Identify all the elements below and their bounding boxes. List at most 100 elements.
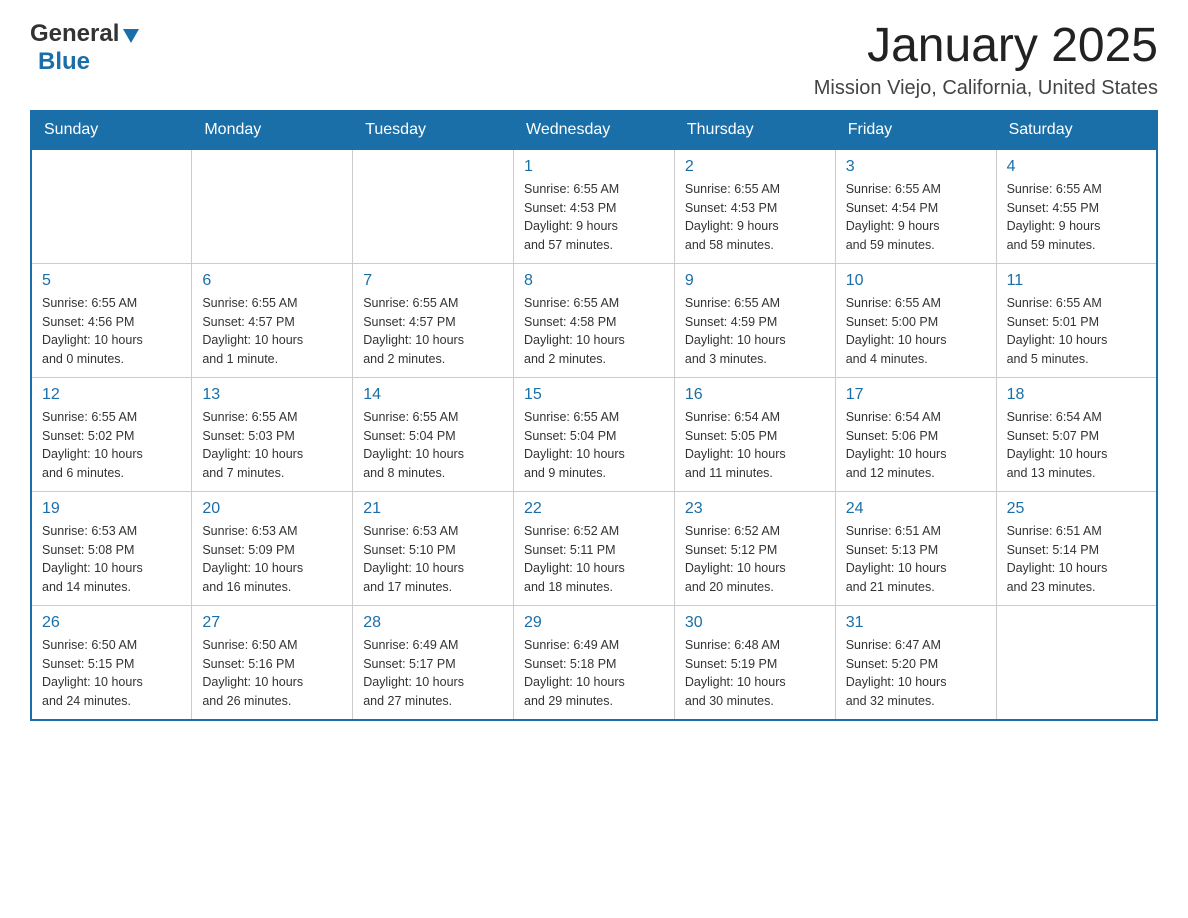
calendar-day-cell: 30 Sunrise: 6:48 AM Sunset: 5:19 PM Dayli… xyxy=(674,605,835,720)
day-number: 29 xyxy=(524,614,664,632)
calendar-day-cell: 3 Sunrise: 6:55 AM Sunset: 4:54 PM Daylig… xyxy=(835,149,996,263)
calendar-day-cell: 26 Sunrise: 6:50 AM Sunset: 5:15 PM Dayli… xyxy=(31,605,192,720)
day-info: Sunrise: 6:51 AM Sunset: 5:14 PM Dayligh… xyxy=(1007,522,1146,597)
day-info: Sunrise: 6:55 AM Sunset: 4:57 PM Dayligh… xyxy=(363,294,503,369)
day-number: 4 xyxy=(1007,158,1146,176)
title-area: January 2025 Mission Viejo, California, … xyxy=(814,20,1158,100)
calendar-week-row: 5 Sunrise: 6:55 AM Sunset: 4:56 PM Daylig… xyxy=(31,263,1157,377)
day-info: Sunrise: 6:54 AM Sunset: 5:06 PM Dayligh… xyxy=(846,408,986,483)
day-info: Sunrise: 6:53 AM Sunset: 5:08 PM Dayligh… xyxy=(42,522,181,597)
calendar-day-cell: 15 Sunrise: 6:55 AM Sunset: 5:04 PM Dayli… xyxy=(514,377,675,491)
calendar-day-cell: 12Sunrise: 6:55 AM Sunset: 5:02 PM Dayli… xyxy=(31,377,192,491)
calendar-title: January 2025 xyxy=(814,20,1158,73)
day-number: 23 xyxy=(685,500,825,518)
calendar-day-cell: 22 Sunrise: 6:52 AM Sunset: 5:11 PM Dayli… xyxy=(514,491,675,605)
logo-general-text: General xyxy=(30,20,119,48)
day-info: Sunrise: 6:52 AM Sunset: 5:11 PM Dayligh… xyxy=(524,522,664,597)
page-header: General Blue January 2025 Mission Viejo,… xyxy=(30,20,1158,100)
calendar-day-cell: 19 Sunrise: 6:53 AM Sunset: 5:08 PM Dayli… xyxy=(31,491,192,605)
calendar-day-cell: 28Sunrise: 6:49 AM Sunset: 5:17 PM Dayli… xyxy=(353,605,514,720)
day-info: Sunrise: 6:49 AM Sunset: 5:18 PM Dayligh… xyxy=(524,636,664,711)
day-info: Sunrise: 6:55 AM Sunset: 5:00 PM Dayligh… xyxy=(846,294,986,369)
calendar-day-cell xyxy=(353,149,514,263)
day-number: 26 xyxy=(42,614,181,632)
day-info: Sunrise: 6:47 AM Sunset: 5:20 PM Dayligh… xyxy=(846,636,986,711)
calendar-day-cell: 25 Sunrise: 6:51 AM Sunset: 5:14 PM Dayli… xyxy=(996,491,1157,605)
day-number: 11 xyxy=(1007,272,1146,290)
day-number: 19 xyxy=(42,500,181,518)
day-number: 30 xyxy=(685,614,825,632)
column-header-saturday: Saturday xyxy=(996,110,1157,149)
logo-triangle-icon xyxy=(121,25,141,45)
day-info: Sunrise: 6:49 AM Sunset: 5:17 PM Dayligh… xyxy=(363,636,503,711)
day-info: Sunrise: 6:55 AM Sunset: 4:59 PM Dayligh… xyxy=(685,294,825,369)
calendar-header-row: SundayMondayTuesdayWednesdayThursdayFrid… xyxy=(31,110,1157,149)
day-number: 1 xyxy=(524,158,664,176)
calendar-day-cell: 5 Sunrise: 6:55 AM Sunset: 4:56 PM Daylig… xyxy=(31,263,192,377)
calendar-day-cell: 24 Sunrise: 6:51 AM Sunset: 5:13 PM Dayli… xyxy=(835,491,996,605)
day-info: Sunrise: 6:54 AM Sunset: 5:05 PM Dayligh… xyxy=(685,408,825,483)
day-info: Sunrise: 6:55 AM Sunset: 5:04 PM Dayligh… xyxy=(363,408,503,483)
day-info: Sunrise: 6:55 AM Sunset: 4:54 PM Dayligh… xyxy=(846,180,986,255)
calendar-day-cell: 4 Sunrise: 6:55 AM Sunset: 4:55 PM Daylig… xyxy=(996,149,1157,263)
calendar-day-cell: 9 Sunrise: 6:55 AM Sunset: 4:59 PM Daylig… xyxy=(674,263,835,377)
day-number: 6 xyxy=(202,272,342,290)
day-number: 15 xyxy=(524,386,664,404)
calendar-week-row: 19 Sunrise: 6:53 AM Sunset: 5:08 PM Dayli… xyxy=(31,491,1157,605)
day-info: Sunrise: 6:50 AM Sunset: 5:16 PM Dayligh… xyxy=(202,636,342,711)
calendar-table: SundayMondayTuesdayWednesdayThursdayFrid… xyxy=(30,110,1158,721)
day-number: 12 xyxy=(42,386,181,404)
day-info: Sunrise: 6:55 AM Sunset: 5:03 PM Dayligh… xyxy=(202,408,342,483)
logo: General Blue xyxy=(30,20,141,76)
day-number: 10 xyxy=(846,272,986,290)
calendar-day-cell: 2Sunrise: 6:55 AM Sunset: 4:53 PM Daylig… xyxy=(674,149,835,263)
day-info: Sunrise: 6:55 AM Sunset: 4:55 PM Dayligh… xyxy=(1007,180,1146,255)
column-header-monday: Monday xyxy=(192,110,353,149)
day-number: 8 xyxy=(524,272,664,290)
day-number: 14 xyxy=(363,386,503,404)
day-number: 13 xyxy=(202,386,342,404)
day-info: Sunrise: 6:55 AM Sunset: 5:04 PM Dayligh… xyxy=(524,408,664,483)
calendar-day-cell xyxy=(996,605,1157,720)
day-number: 31 xyxy=(846,614,986,632)
day-info: Sunrise: 6:55 AM Sunset: 4:56 PM Dayligh… xyxy=(42,294,181,369)
calendar-day-cell: 13 Sunrise: 6:55 AM Sunset: 5:03 PM Dayli… xyxy=(192,377,353,491)
column-header-thursday: Thursday xyxy=(674,110,835,149)
column-header-wednesday: Wednesday xyxy=(514,110,675,149)
day-number: 20 xyxy=(202,500,342,518)
day-number: 22 xyxy=(524,500,664,518)
calendar-day-cell: 8 Sunrise: 6:55 AM Sunset: 4:58 PM Daylig… xyxy=(514,263,675,377)
calendar-day-cell: 11 Sunrise: 6:55 AM Sunset: 5:01 PM Dayli… xyxy=(996,263,1157,377)
day-info: Sunrise: 6:50 AM Sunset: 5:15 PM Dayligh… xyxy=(42,636,181,711)
day-info: Sunrise: 6:48 AM Sunset: 5:19 PM Dayligh… xyxy=(685,636,825,711)
day-number: 3 xyxy=(846,158,986,176)
logo-blue-text: Blue xyxy=(38,48,90,76)
day-info: Sunrise: 6:51 AM Sunset: 5:13 PM Dayligh… xyxy=(846,522,986,597)
day-info: Sunrise: 6:55 AM Sunset: 4:53 PM Dayligh… xyxy=(524,180,664,255)
day-number: 18 xyxy=(1007,386,1146,404)
calendar-day-cell: 20Sunrise: 6:53 AM Sunset: 5:09 PM Dayli… xyxy=(192,491,353,605)
calendar-day-cell: 14 Sunrise: 6:55 AM Sunset: 5:04 PM Dayli… xyxy=(353,377,514,491)
calendar-day-cell: 7 Sunrise: 6:55 AM Sunset: 4:57 PM Daylig… xyxy=(353,263,514,377)
calendar-day-cell: 21Sunrise: 6:53 AM Sunset: 5:10 PM Dayli… xyxy=(353,491,514,605)
calendar-day-cell xyxy=(31,149,192,263)
day-info: Sunrise: 6:55 AM Sunset: 5:01 PM Dayligh… xyxy=(1007,294,1146,369)
day-number: 9 xyxy=(685,272,825,290)
calendar-week-row: 12Sunrise: 6:55 AM Sunset: 5:02 PM Dayli… xyxy=(31,377,1157,491)
calendar-day-cell: 6 Sunrise: 6:55 AM Sunset: 4:57 PM Daylig… xyxy=(192,263,353,377)
calendar-week-row: 26 Sunrise: 6:50 AM Sunset: 5:15 PM Dayli… xyxy=(31,605,1157,720)
day-number: 27 xyxy=(202,614,342,632)
day-number: 5 xyxy=(42,272,181,290)
calendar-day-cell: 16Sunrise: 6:54 AM Sunset: 5:05 PM Dayli… xyxy=(674,377,835,491)
calendar-week-row: 1 Sunrise: 6:55 AM Sunset: 4:53 PM Daylig… xyxy=(31,149,1157,263)
day-info: Sunrise: 6:55 AM Sunset: 4:57 PM Dayligh… xyxy=(202,294,342,369)
day-number: 24 xyxy=(846,500,986,518)
day-number: 7 xyxy=(363,272,503,290)
day-info: Sunrise: 6:53 AM Sunset: 5:10 PM Dayligh… xyxy=(363,522,503,597)
calendar-day-cell: 29 Sunrise: 6:49 AM Sunset: 5:18 PM Dayli… xyxy=(514,605,675,720)
column-header-tuesday: Tuesday xyxy=(353,110,514,149)
day-number: 25 xyxy=(1007,500,1146,518)
day-number: 17 xyxy=(846,386,986,404)
calendar-day-cell: 27 Sunrise: 6:50 AM Sunset: 5:16 PM Dayli… xyxy=(192,605,353,720)
day-info: Sunrise: 6:55 AM Sunset: 4:58 PM Dayligh… xyxy=(524,294,664,369)
